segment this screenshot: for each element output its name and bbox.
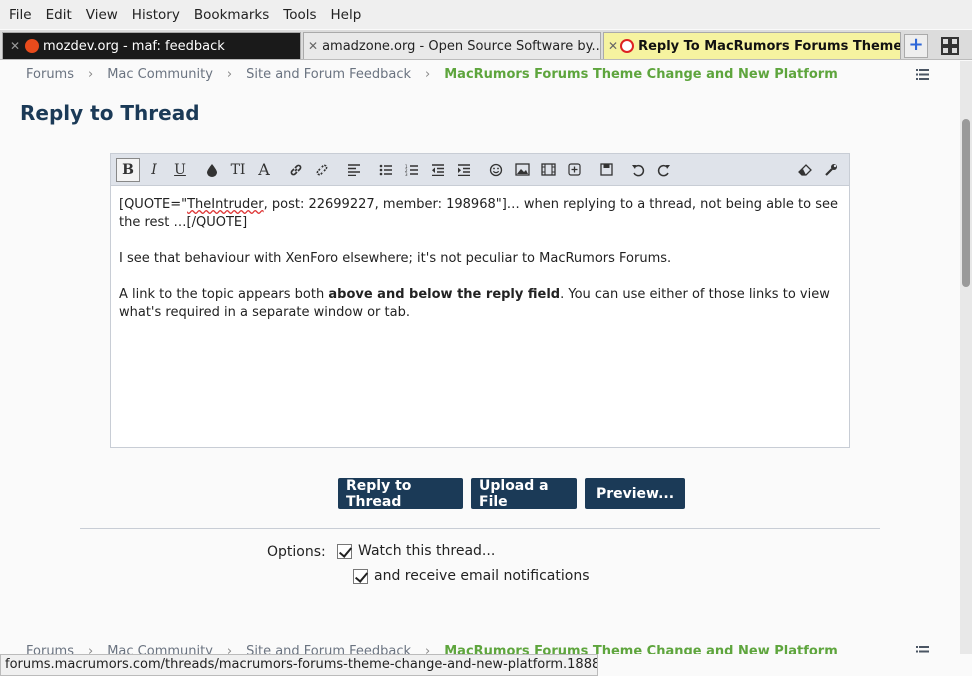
ordered-list-icon[interactable]: 123 bbox=[400, 158, 424, 182]
breadcrumb-site-feedback[interactable]: Site and Forum Feedback bbox=[246, 67, 411, 82]
breadcrumb-forums[interactable]: Forums bbox=[26, 644, 74, 654]
menu-edit[interactable]: Edit bbox=[39, 7, 79, 23]
close-tab-icon[interactable]: ✕ bbox=[608, 39, 618, 53]
save-draft-icon[interactable] bbox=[594, 158, 618, 182]
undo-icon[interactable] bbox=[626, 158, 650, 182]
breadcrumb-separator: › bbox=[226, 644, 233, 654]
scrollbar-thumb[interactable] bbox=[962, 119, 970, 287]
breadcrumb-mac-community[interactable]: Mac Community bbox=[107, 67, 213, 82]
watch-thread-checkbox[interactable] bbox=[337, 543, 352, 559]
menu-tools[interactable]: Tools bbox=[276, 7, 323, 23]
breadcrumb-site-feedback[interactable]: Site and Forum Feedback bbox=[246, 644, 411, 654]
quote-username: TheIntruder bbox=[187, 197, 264, 212]
page-title: Reply to Thread bbox=[20, 101, 200, 125]
font-family-icon[interactable]: A bbox=[252, 158, 276, 182]
tab-amadzone[interactable]: ✕ amadzone.org - Open Source Software by… bbox=[303, 32, 601, 59]
tab-label: Reply To MacRumors Forums Theme ... bbox=[638, 38, 901, 54]
vertical-scrollbar[interactable] bbox=[960, 61, 972, 654]
font-size-icon[interactable]: TI bbox=[226, 158, 250, 182]
insert-icon[interactable] bbox=[562, 158, 586, 182]
quote-prefix: [QUOTE=" bbox=[119, 197, 188, 212]
upload-file-button[interactable]: Upload a File bbox=[471, 478, 577, 510]
reply-paragraph-1: I see that behaviour with XenForo elsewh… bbox=[119, 251, 672, 266]
image-icon[interactable] bbox=[510, 158, 534, 182]
breadcrumb-separator: › bbox=[226, 67, 233, 82]
reply-to-thread-button[interactable]: Reply to Thread bbox=[338, 478, 463, 510]
breadcrumb-mac-community[interactable]: Mac Community bbox=[107, 644, 213, 654]
list-icon[interactable] bbox=[916, 69, 929, 80]
unlink-icon[interactable] bbox=[310, 158, 334, 182]
status-bar-url: forums.macrumors.com/threads/macrumors-f… bbox=[0, 654, 598, 676]
email-notifications-option[interactable]: and receive email notifications bbox=[353, 568, 589, 584]
tab-label: mozdev.org - maf: feedback bbox=[43, 38, 225, 54]
breadcrumb-thread[interactable]: MacRumors Forums Theme Change and New Pl… bbox=[444, 67, 838, 82]
preview-button[interactable]: Preview... bbox=[585, 478, 685, 509]
breadcrumb-thread[interactable]: MacRumors Forums Theme Change and New Pl… bbox=[444, 644, 838, 654]
tab-macrumors-reply[interactable]: ✕ Reply To MacRumors Forums Theme ... bbox=[603, 32, 901, 59]
menu-bookmarks[interactable]: Bookmarks bbox=[187, 7, 276, 23]
editor-toolbar: B I U TI A 123 bbox=[111, 154, 849, 186]
message-editor[interactable]: B I U TI A 123 [QUOTE="TheIntruder, post… bbox=[110, 153, 850, 448]
reply-paragraph-2: A link to the topic appears both above a… bbox=[119, 286, 841, 322]
form-actions: Reply to Thread Upload a File Preview... bbox=[338, 478, 693, 510]
mozdev-favicon-icon bbox=[25, 39, 39, 53]
editor-text-area[interactable]: [QUOTE="TheIntruder, post: 22699227, mem… bbox=[111, 186, 849, 350]
italic-button[interactable]: I bbox=[142, 158, 166, 182]
outdent-icon[interactable] bbox=[426, 158, 450, 182]
breadcrumb-separator: › bbox=[425, 644, 431, 654]
watch-thread-label: Watch this thread... bbox=[358, 543, 496, 559]
breadcrumb-separator: › bbox=[425, 67, 431, 82]
color-icon[interactable] bbox=[200, 158, 224, 182]
underline-button[interactable]: U bbox=[168, 158, 192, 182]
divider bbox=[80, 528, 880, 529]
link-icon[interactable] bbox=[284, 158, 308, 182]
breadcrumb-forums[interactable]: Forums bbox=[26, 67, 74, 82]
close-tab-icon[interactable]: ✕ bbox=[308, 39, 318, 53]
new-tab-button[interactable]: + bbox=[904, 34, 928, 58]
reply-text-bold: above and below the reply field bbox=[328, 287, 561, 302]
quote-paragraph: [QUOTE="TheIntruder, post: 22699227, mem… bbox=[119, 196, 841, 232]
menu-help[interactable]: Help bbox=[324, 7, 369, 23]
settings-icon[interactable] bbox=[819, 158, 843, 182]
email-notifications-label: and receive email notifications bbox=[374, 568, 590, 584]
svg-text:3: 3 bbox=[405, 172, 408, 176]
tab-overview-icon[interactable] bbox=[940, 36, 960, 56]
email-notifications-checkbox[interactable] bbox=[353, 568, 368, 584]
close-tab-icon[interactable]: ✕ bbox=[7, 39, 23, 53]
breadcrumb-separator: › bbox=[88, 67, 94, 82]
macrumors-favicon-icon bbox=[620, 39, 635, 53]
menu-file[interactable]: File bbox=[2, 7, 39, 23]
align-icon[interactable] bbox=[342, 158, 366, 182]
indent-icon[interactable] bbox=[452, 158, 476, 182]
breadcrumb-separator: › bbox=[88, 644, 94, 654]
tab-mozdev[interactable]: ✕ mozdev.org - maf: feedback bbox=[2, 32, 301, 59]
menu-view[interactable]: View bbox=[79, 7, 125, 23]
tab-bar: ✕ mozdev.org - maf: feedback ✕ amadzone.… bbox=[0, 30, 972, 60]
media-icon[interactable] bbox=[536, 158, 560, 182]
breadcrumb: Forums › Mac Community › Site and Forum … bbox=[26, 67, 838, 82]
list-icon[interactable] bbox=[916, 646, 929, 654]
smilie-icon[interactable] bbox=[484, 158, 508, 182]
remove-formatting-icon[interactable] bbox=[793, 158, 817, 182]
tab-label: amadzone.org - Open Source Software by..… bbox=[322, 38, 601, 54]
menu-history[interactable]: History bbox=[125, 7, 187, 23]
page-content: Forums › Mac Community › Site and Forum … bbox=[0, 61, 960, 654]
watch-thread-option[interactable]: Watch this thread... bbox=[337, 543, 495, 559]
bold-button[interactable]: B bbox=[116, 157, 140, 182]
breadcrumb-bottom: Forums › Mac Community › Site and Forum … bbox=[26, 644, 838, 654]
reply-text-start: A link to the topic appears both bbox=[119, 287, 329, 302]
redo-icon[interactable] bbox=[652, 158, 676, 182]
unordered-list-icon[interactable] bbox=[374, 158, 398, 182]
menu-bar: File Edit View History Bookmarks Tools H… bbox=[0, 0, 972, 29]
options-label: Options: bbox=[267, 544, 326, 560]
